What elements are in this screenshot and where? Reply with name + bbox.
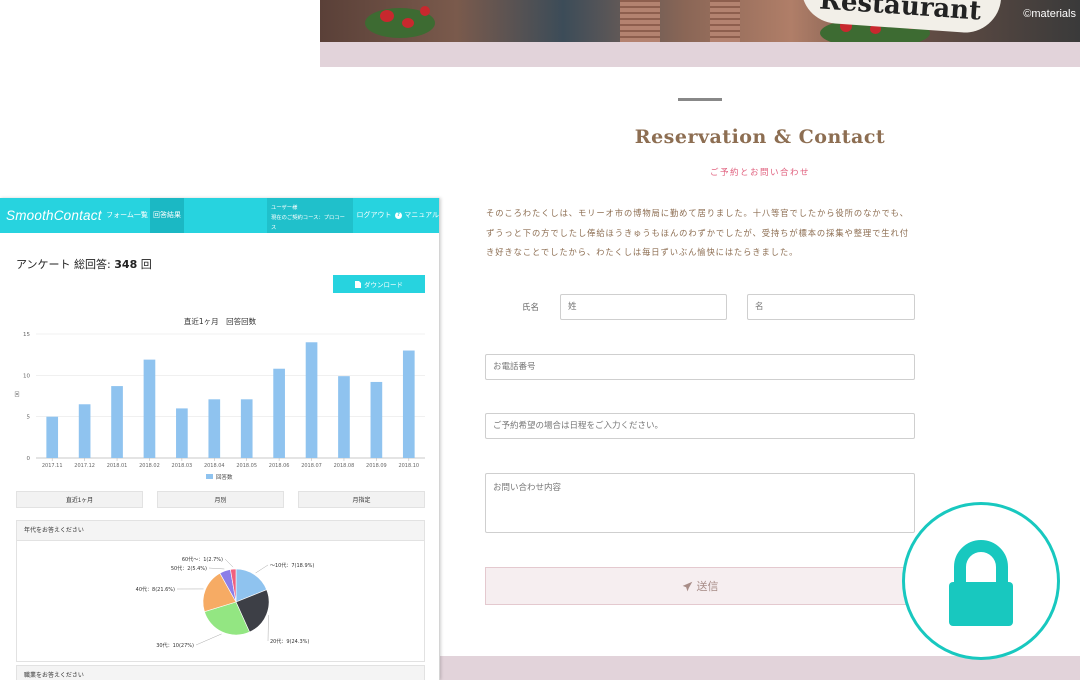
- section-title: Reservation & Contact: [634, 126, 886, 148]
- y-tick-label: 0: [27, 456, 31, 462]
- bar: [370, 381, 383, 458]
- age-question-title: 年代をお答えください: [17, 521, 424, 541]
- nav-logout[interactable]: ログアウト: [354, 198, 394, 233]
- x-tick-label: 2018.08: [334, 463, 355, 469]
- section-subtitle: ご予約とお問い合わせ: [709, 168, 810, 178]
- x-tick-label: 2018.05: [236, 463, 257, 469]
- pie-label: 〜10代：7(18.9%): [270, 562, 314, 569]
- bar: [143, 359, 156, 458]
- last-name-input[interactable]: [560, 294, 727, 320]
- brand-logo[interactable]: SmoothContact: [6, 208, 102, 223]
- phone-input[interactable]: [485, 354, 915, 380]
- nav-user-info[interactable]: ユーザー様 現在のご契約コース：プロコース: [267, 198, 353, 233]
- period-monthly-button[interactable]: 月別: [157, 491, 284, 508]
- bar: [273, 368, 285, 458]
- job-question-title: 職業をお答えください: [17, 666, 424, 680]
- x-tick-label: 2018.10: [398, 463, 419, 469]
- y-axis-label: 回: [14, 392, 19, 398]
- survey-total: アンケート 総回答: 348 回: [16, 256, 152, 272]
- dashboard-window: SmoothContact フォーム一覧 回答結果 ユーザー様 現在のご契約コー…: [0, 198, 440, 680]
- period-recent-button[interactable]: 直近1ヶ月: [16, 491, 143, 508]
- y-tick-label: 10: [23, 373, 30, 379]
- bar: [338, 376, 350, 458]
- age-question-card: 年代をお答えください 〜10代：7(18.9%) 20代：9(24.3%) 30代：…: [16, 520, 425, 662]
- send-button[interactable]: 送信: [485, 567, 915, 605]
- lock-badge: [902, 502, 1060, 660]
- x-tick-label: 2017.12: [74, 463, 95, 469]
- x-tick-label: 2018.04: [204, 463, 225, 469]
- survey-total-count: 348: [114, 258, 138, 271]
- paper-plane-icon: [682, 581, 692, 591]
- hero-band: [320, 42, 1080, 67]
- user-name: ユーザー様: [271, 205, 298, 211]
- bar: [208, 399, 221, 458]
- y-tick-label: 5: [27, 415, 31, 421]
- bar: [240, 399, 253, 458]
- bar: [78, 404, 91, 458]
- bar: [46, 416, 59, 458]
- pie-label: 40代：8(21.6%): [136, 586, 175, 593]
- hero-image: Restaurant ©materials: [320, 0, 1080, 42]
- period-specify-button[interactable]: 月指定: [298, 491, 425, 508]
- chart-title: 直近1ヶ月 回答回数: [184, 316, 257, 326]
- image-credit: ©materials: [1023, 8, 1076, 20]
- x-tick-label: 2018.09: [366, 463, 387, 469]
- nav-manual[interactable]: ? マニュアル: [394, 198, 440, 233]
- send-button-label: 送信: [696, 580, 719, 593]
- download-button[interactable]: ダウンロード: [333, 275, 425, 293]
- dashboard-navbar: SmoothContact フォーム一覧 回答結果 ユーザー様 現在のご契約コー…: [0, 198, 440, 233]
- legend-swatch: [206, 474, 213, 479]
- reservation-date-input[interactable]: [485, 413, 915, 439]
- x-tick-label: 2018.02: [139, 463, 160, 469]
- pie-label: 60代〜：1(2.7%): [182, 556, 223, 563]
- message-textarea[interactable]: [485, 473, 915, 533]
- job-question-card: 職業をお答えください: [16, 665, 425, 680]
- pie-leader-line: [255, 564, 269, 574]
- file-icon: [355, 280, 361, 288]
- pie-label: 20代：9(24.3%): [270, 638, 309, 645]
- pie-leader-line: [208, 567, 225, 570]
- lock-icon: [949, 540, 1013, 626]
- bar: [402, 350, 415, 458]
- x-tick-label: 2018.01: [107, 463, 128, 469]
- x-tick-label: 2018.07: [301, 463, 322, 469]
- x-tick-label: 2017.11: [42, 463, 63, 469]
- legend-label: 回答数: [216, 473, 233, 481]
- bar: [176, 408, 188, 458]
- user-plan: 現在のご契約コース：プロコース: [271, 215, 345, 231]
- age-pie-chart: 〜10代：7(18.9%) 20代：9(24.3%) 30代：10(27%) 40代：…: [136, 556, 315, 649]
- nav-results[interactable]: 回答結果: [150, 198, 184, 233]
- y-tick-label: 15: [23, 332, 30, 338]
- help-icon: ?: [394, 211, 402, 219]
- survey-total-unit: 回: [140, 258, 152, 271]
- name-label: 氏名: [522, 303, 540, 313]
- x-tick-label: 2018.03: [172, 463, 193, 469]
- pie-label: 50代：2(5.4%): [171, 565, 207, 572]
- bar: [305, 342, 318, 458]
- x-tick-label: 2018.06: [269, 463, 290, 469]
- nav-form-list[interactable]: フォーム一覧: [104, 198, 150, 233]
- nav-manual-label: マニュアル: [404, 211, 440, 219]
- section-divider: [678, 98, 722, 101]
- first-name-input[interactable]: [747, 294, 915, 320]
- download-button-label: ダウンロード: [364, 282, 403, 289]
- responses-bar-chart: 直近1ヶ月 回答回数回 0 5 10 15 2017.11 2017.12 2018.01 20…: [14, 316, 425, 481]
- survey-total-label: アンケート 総回答:: [16, 258, 111, 271]
- intro-text: そのころわたくしは、モリーオ市の博物局に勤めて居りました。十八等官でしたから役所…: [486, 208, 909, 257]
- pie-label: 30代：10(27%): [156, 642, 194, 649]
- pie-leader-line: [224, 558, 234, 568]
- pie-leader-line: [195, 633, 222, 646]
- bar: [111, 386, 123, 458]
